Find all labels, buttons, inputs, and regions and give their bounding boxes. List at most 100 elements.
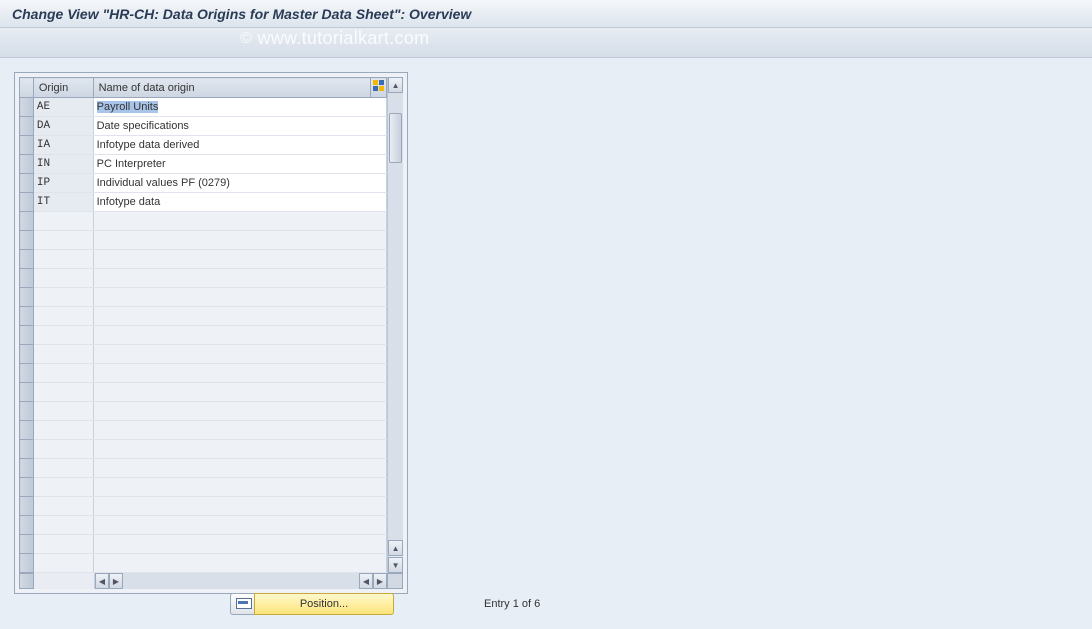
hscroll-left-far-button[interactable]: ◀ [359,573,373,589]
hscroll-right-near-button[interactable]: ▶ [109,573,123,589]
grid-config-button[interactable] [371,78,387,98]
table-row[interactable] [20,516,387,535]
name-cell[interactable] [93,535,387,554]
origin-cell[interactable] [33,383,93,402]
row-handle[interactable] [20,231,34,250]
row-handle[interactable] [20,383,34,402]
origin-cell[interactable]: IP [33,174,93,193]
table-row[interactable] [20,478,387,497]
origin-cell[interactable] [33,554,93,573]
table-row[interactable] [20,364,387,383]
row-handle[interactable] [20,212,34,231]
column-header-origin[interactable]: Origin [33,78,93,98]
table-row[interactable]: ITInfotype data [20,193,387,212]
origin-cell[interactable] [33,478,93,497]
origin-cell[interactable] [33,440,93,459]
row-handle[interactable] [20,174,34,193]
table-row[interactable] [20,459,387,478]
scroll-down-button[interactable]: ▲ [388,540,403,556]
column-header-name[interactable]: Name of data origin [93,78,371,98]
origin-cell[interactable] [33,497,93,516]
row-handle[interactable] [20,478,34,497]
row-handle[interactable] [20,326,34,345]
name-cell[interactable] [93,478,387,497]
row-handle[interactable] [20,497,34,516]
hscroll-left-button[interactable]: ◀ [95,573,109,589]
table-row[interactable] [20,212,387,231]
row-handle[interactable] [20,98,34,117]
name-cell[interactable]: Date specifications [93,117,387,136]
row-handle[interactable] [20,155,34,174]
hscroll-track[interactable] [123,573,359,589]
name-cell[interactable] [93,554,387,573]
origin-cell[interactable] [33,212,93,231]
name-cell[interactable] [93,497,387,516]
row-handle[interactable] [20,402,34,421]
origin-cell[interactable]: DA [33,117,93,136]
scroll-down-button-2[interactable]: ▼ [388,557,403,573]
name-cell[interactable]: Individual values PF (0279) [93,174,387,193]
table-row[interactable] [20,440,387,459]
position-icon-button[interactable] [230,593,254,615]
row-handle[interactable] [20,554,34,573]
table-row[interactable] [20,402,387,421]
origin-cell[interactable]: IA [33,136,93,155]
row-handle[interactable] [20,440,34,459]
origin-cell[interactable]: AE [33,98,93,117]
table-row[interactable] [20,250,387,269]
row-handle[interactable] [20,459,34,478]
row-handle[interactable] [20,364,34,383]
origin-cell[interactable] [33,326,93,345]
table-row[interactable] [20,383,387,402]
name-cell[interactable]: Infotype data [93,193,387,212]
name-cell[interactable]: Payroll Units [93,98,387,117]
table-row[interactable]: AEPayroll Units [20,98,387,117]
name-cell[interactable] [93,231,387,250]
table-row[interactable] [20,307,387,326]
name-cell[interactable] [93,288,387,307]
scroll-track[interactable] [388,93,403,540]
name-cell[interactable] [93,516,387,535]
table-row[interactable] [20,288,387,307]
row-handle[interactable] [20,193,34,212]
origin-cell[interactable] [33,250,93,269]
origin-cell[interactable] [33,421,93,440]
row-handle[interactable] [20,136,34,155]
table-row[interactable] [20,231,387,250]
name-cell[interactable] [93,212,387,231]
origin-cell[interactable] [33,345,93,364]
scroll-up-button[interactable]: ▲ [388,77,403,93]
origin-cell[interactable] [33,364,93,383]
name-cell[interactable] [93,383,387,402]
name-cell[interactable]: Infotype data derived [93,136,387,155]
origin-cell[interactable] [33,516,93,535]
origin-cell[interactable] [33,231,93,250]
name-cell[interactable] [93,326,387,345]
data-grid[interactable]: Origin Name of data origin AEPayroll Uni… [19,77,387,573]
table-row[interactable] [20,421,387,440]
name-cell[interactable] [93,250,387,269]
table-row[interactable]: DADate specifications [20,117,387,136]
origin-cell[interactable] [33,459,93,478]
table-row[interactable]: IAInfotype data derived [20,136,387,155]
name-cell[interactable] [93,269,387,288]
position-button[interactable]: Position... [254,593,394,615]
origin-cell[interactable]: IN [33,155,93,174]
table-row[interactable] [20,497,387,516]
row-handle[interactable] [20,516,34,535]
name-cell[interactable] [93,307,387,326]
row-handle[interactable] [20,288,34,307]
row-handle[interactable] [20,117,34,136]
name-cell[interactable] [93,459,387,478]
origin-cell[interactable]: IT [33,193,93,212]
origin-cell[interactable] [33,535,93,554]
scroll-thumb[interactable] [389,113,402,163]
name-cell[interactable] [93,402,387,421]
vertical-scrollbar[interactable]: ▲ ▲ ▼ [387,77,403,573]
name-cell[interactable] [93,421,387,440]
origin-cell[interactable] [33,307,93,326]
origin-cell[interactable] [33,402,93,421]
row-handle[interactable] [20,307,34,326]
table-row[interactable] [20,554,387,573]
table-row[interactable]: IPIndividual values PF (0279) [20,174,387,193]
